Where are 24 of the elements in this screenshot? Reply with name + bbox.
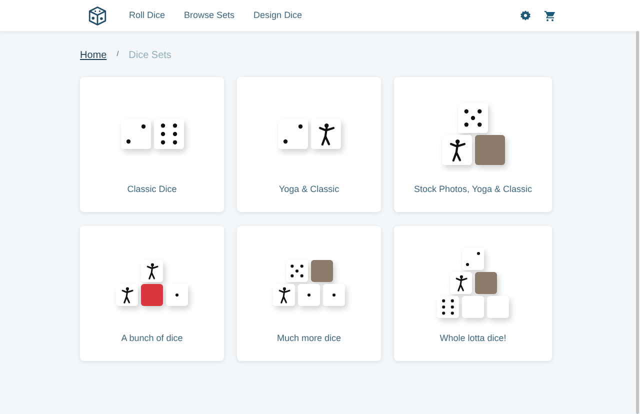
- card-title: A bunch of dice: [121, 332, 183, 344]
- photo-placeholder: [474, 134, 504, 165]
- photo-placeholder: [310, 260, 332, 282]
- nav-link[interactable]: Browse Sets: [184, 8, 235, 22]
- card-title: Stock Photos, Yoga & Classic: [414, 182, 532, 196]
- breadcrumb-link[interactable]: Home: [80, 48, 107, 62]
- breadcrumb-current: Dice Sets: [128, 48, 172, 62]
- dice-set-card[interactable]: Classic Dice: [80, 77, 224, 212]
- settings-icon[interactable]: [520, 10, 531, 21]
- card-title: Whole lotta dice!: [440, 332, 506, 344]
- card-title: Yoga & Classic: [278, 182, 340, 196]
- dice-set-card[interactable]: A bunch of dice: [80, 226, 224, 361]
- dice-set-card[interactable]: Stock Photos, Yoga & Classic: [394, 77, 552, 212]
- dice-set-card[interactable]: Yoga & Classic: [237, 77, 381, 212]
- photo-placeholder: [474, 272, 496, 294]
- nav-link[interactable]: Roll Dice: [129, 8, 166, 22]
- card-title: Much more dice: [276, 332, 342, 344]
- card-title: Classic Dice: [127, 182, 177, 196]
- nav-link[interactable]: Design Dice: [254, 8, 302, 22]
- cart-icon[interactable]: [544, 10, 556, 22]
- dice-logo-icon[interactable]: [87, 4, 108, 26]
- dice-set-card[interactable]: Whole lotta dice!: [394, 226, 552, 361]
- dice-set-card[interactable]: Much more dice: [237, 226, 381, 361]
- photo-placeholder: [141, 284, 163, 306]
